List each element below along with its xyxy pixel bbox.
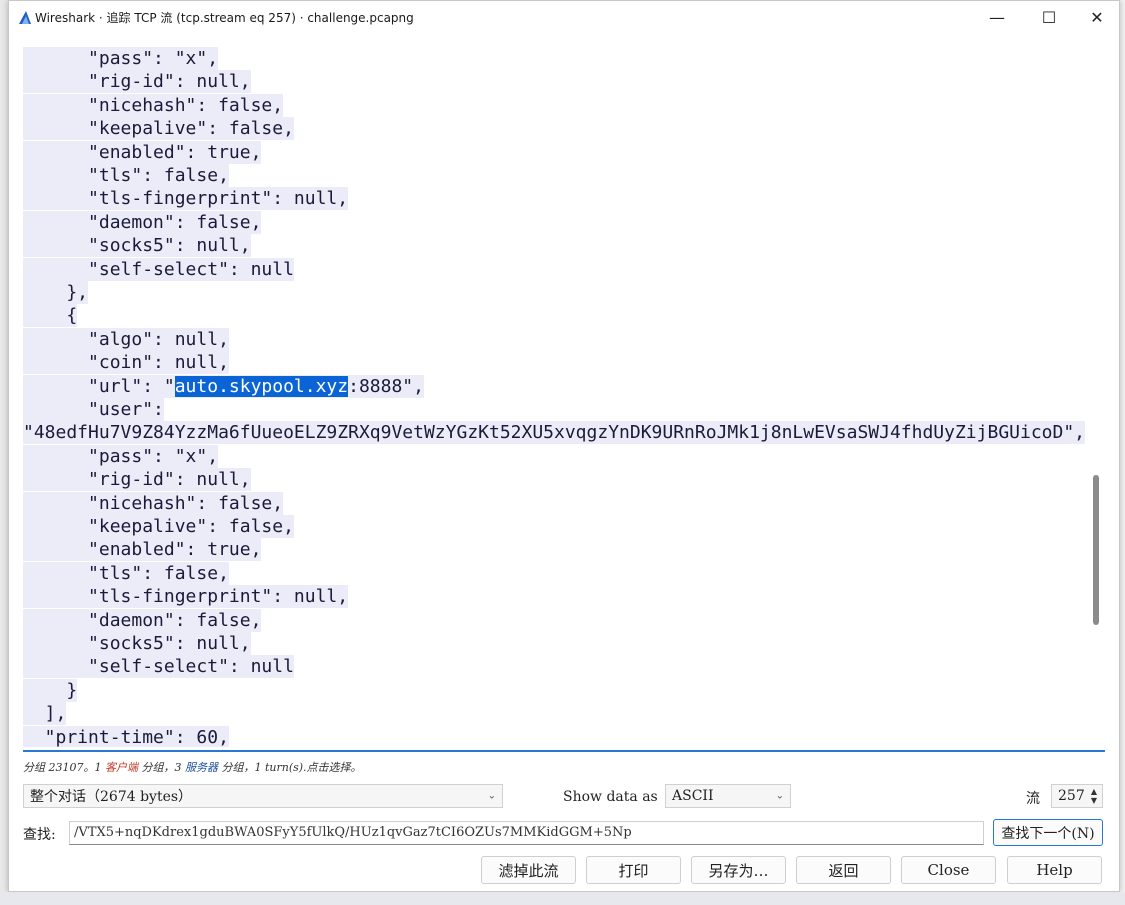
stream-text-line: "print-time": 60, <box>23 726 229 747</box>
stream-text-line: "enabled": true, <box>23 141 262 164</box>
close-button[interactable]: Close <box>901 856 996 884</box>
back-button[interactable]: 返回 <box>796 856 891 884</box>
find-next-button[interactable]: 查找下一个(N) <box>993 819 1103 846</box>
stream-text-line: ], <box>23 702 67 725</box>
save-as-button[interactable]: 另存为… <box>691 856 786 884</box>
stream-text-line: "user": <box>23 398 164 421</box>
chevron-down-icon: ⌄ <box>775 790 784 802</box>
stream-text-line: "url": "auto.skypool.xyz:8888", <box>23 375 424 398</box>
help-button[interactable]: Help <box>1007 856 1102 884</box>
minimize-icon: — <box>989 7 1005 27</box>
stream-text-line: "tls": false, <box>23 164 229 187</box>
filter-out-stream-button[interactable]: 滤掉此流 <box>481 856 576 884</box>
stream-text-line: "coin": null, <box>23 351 229 374</box>
content-divider <box>23 750 1105 752</box>
window-title: Wireshark · 追踪 TCP 流 (tcp.stream eq 257)… <box>35 11 414 25</box>
print-button[interactable]: 打印 <box>586 856 681 884</box>
spin-down-icon[interactable]: ▼ <box>1088 796 1100 805</box>
stream-text-line: "nicehash": false, <box>23 94 284 117</box>
background-window-edge <box>0 0 8 905</box>
stream-text-line: "tls-fingerprint": null, <box>23 585 349 608</box>
client-label: 客户端 <box>104 761 138 774</box>
stream-text-line: "nicehash": false, <box>23 492 284 515</box>
stream-text-line: "rig-id": null, <box>23 70 251 93</box>
stream-text-line: "48edfHu7V9Z84YzzMa6fUueoELZ9ZRXq9VetWzY… <box>23 421 1086 444</box>
taskbar <box>0 892 1125 905</box>
stream-text-line: "daemon": false, <box>23 211 262 234</box>
show-data-as-value: ASCII <box>672 788 714 804</box>
conversation-select[interactable]: 整个对话（2674 bytes） ⌄ <box>23 784 503 808</box>
minimize-button[interactable]: — <box>974 5 1020 29</box>
close-window-button[interactable]: ✕ <box>1074 5 1120 29</box>
stream-text-line: } <box>23 679 78 702</box>
stream-text-line: "pass": "x", <box>23 445 219 468</box>
stream-text-line: { <box>23 304 78 327</box>
stream-number-value: 257 <box>1058 788 1085 804</box>
stream-text-line: "self-select": null <box>23 258 294 281</box>
stream-text-line: "rig-id": null, <box>23 468 251 491</box>
find-label: 查找: <box>23 827 56 843</box>
stream-text-line: "enabled": true, <box>23 538 262 561</box>
chevron-down-icon: ⌄ <box>487 790 496 802</box>
stream-text-line: "keepalive": false, <box>23 515 294 538</box>
show-data-as-label: Show data as <box>563 789 658 805</box>
find-input[interactable]: /VTX5+nqDKdrex1gduBWA0SFyY5fUlkQ/HUz1qvG… <box>69 821 984 845</box>
stream-text-line: "self-select": null <box>23 655 294 678</box>
stream-text-line: }, <box>23 281 89 304</box>
vertical-scrollbar[interactable] <box>1089 47 1103 747</box>
stream-text-line: "tls": false, <box>23 562 229 585</box>
status-line[interactable]: 分组 23107。1 客户端 分组，3 服务器 分组，1 turn(s).点击选… <box>23 759 362 775</box>
spin-up-icon[interactable]: ▲ <box>1088 787 1100 796</box>
search-match-highlight: auto.skypool.xyz <box>174 376 349 397</box>
server-label: 服务器 <box>184 761 218 774</box>
stream-text-line: "daemon": false, <box>23 609 262 632</box>
follow-tcp-stream-dialog: Wireshark · 追踪 TCP 流 (tcp.stream eq 257)… <box>8 0 1120 892</box>
stream-text-line: "socks5": null, <box>23 234 251 257</box>
show-data-as-select[interactable]: ASCII ⌄ <box>665 784 791 808</box>
stream-text-line: "algo": null, <box>23 328 229 351</box>
stream-text-line: "socks5": null, <box>23 632 251 655</box>
maximize-button[interactable]: ☐ <box>1026 5 1072 29</box>
stream-text-line: "keepalive": false, <box>23 117 294 140</box>
title-bar: Wireshark · 追踪 TCP 流 (tcp.stream eq 257)… <box>9 1 1119 33</box>
stream-text-line: "tls-fingerprint": null, <box>23 187 349 210</box>
wireshark-fin-icon <box>19 11 31 24</box>
stream-label: 流 <box>1026 791 1040 807</box>
spin-arrows[interactable]: ▲ ▼ <box>1088 787 1100 805</box>
stream-number-spinbox[interactable]: 257 ▲ ▼ <box>1051 784 1103 808</box>
stream-text-line: "pass": "x", <box>23 47 219 70</box>
close-icon: ✕ <box>1090 7 1104 27</box>
scrollbar-thumb[interactable] <box>1093 475 1099 625</box>
conversation-select-value: 整个对话（2674 bytes） <box>30 789 193 805</box>
maximize-icon: ☐ <box>1041 7 1057 27</box>
stream-content-view[interactable]: "pass": "x", "rig-id": null, "nicehash":… <box>23 47 1089 747</box>
